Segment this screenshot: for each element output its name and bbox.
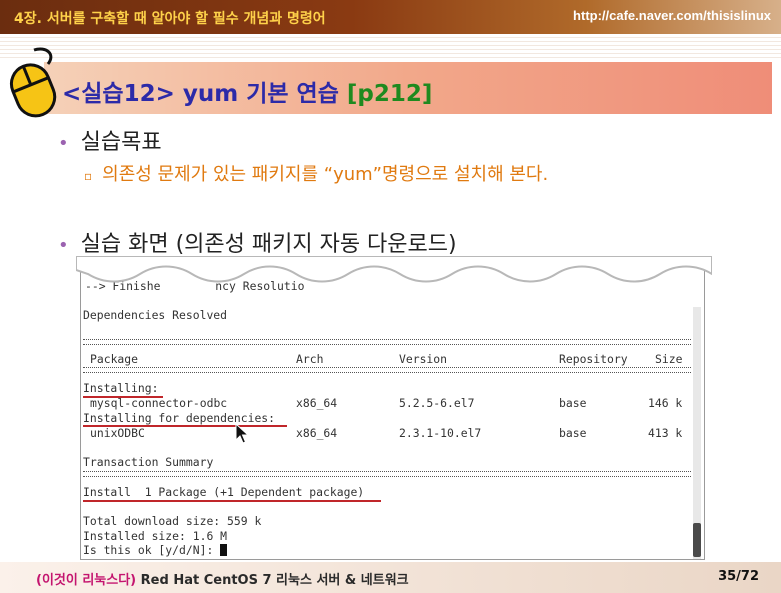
install-summary-line: Install 1 Package (+1 Dependent package) xyxy=(83,485,365,499)
install-size: 146 k xyxy=(648,396,683,410)
install-version: 5.2.5-6.el7 xyxy=(399,396,475,410)
confirm-prompt-text: Is this ok [y/d/N]: xyxy=(83,543,221,557)
bullet-dot-icon: • xyxy=(58,235,69,256)
col-version: Version xyxy=(399,352,448,366)
book-title-main: Red Hat CentOS 7 리눅스 서버 & 네트워크 xyxy=(140,573,409,588)
terminal-scrollbar-thumb[interactable] xyxy=(693,523,701,557)
title-main: <실습12> yum 기본 연습 xyxy=(62,81,339,107)
separator-line xyxy=(83,471,691,477)
separator-line xyxy=(83,339,691,345)
book-title: (이것이 리눅스다) Red Hat CentOS 7 리눅스 서버 & 네트워… xyxy=(36,569,409,588)
separator-line xyxy=(83,367,691,373)
install-repo: base xyxy=(559,396,587,410)
dep-arch: x86_64 xyxy=(296,426,338,440)
header-bar: 4장. 서버를 구축할 때 알아야 할 필수 개념과 명령어 http://ca… xyxy=(0,0,781,34)
dep-repo: base xyxy=(559,426,587,440)
bullet-dot-icon: • xyxy=(58,133,69,154)
install-package: mysql-connector-odbc xyxy=(90,396,228,410)
transaction-summary: Transaction Summary xyxy=(83,455,214,469)
square-bullet-icon: ▫ xyxy=(84,169,93,183)
slide-title: <실습12> yum 기본 연습 [p212] xyxy=(62,74,432,108)
book-title-paren: (이것이 리눅스다) xyxy=(36,573,137,588)
dependencies-resolved: Dependencies Resolved xyxy=(83,308,228,322)
dep-version: 2.3.1-10.el7 xyxy=(399,426,482,440)
bullet-screen: • 실습 화면 (의존성 패키지 자동 다운로드) xyxy=(58,226,457,258)
confirm-prompt: Is this ok [y/d/N]: xyxy=(83,543,228,557)
text-cursor xyxy=(220,544,228,556)
mouse-pointer-icon xyxy=(235,423,249,444)
chapter-title: 4장. 서버를 구축할 때 알아야 할 필수 개념과 명령어 xyxy=(14,11,326,27)
underline-install-summary xyxy=(83,500,381,502)
col-package: Package xyxy=(90,352,139,366)
dep-size: 413 k xyxy=(648,426,683,440)
torn-edge-decoration xyxy=(76,256,712,283)
title-page-ref: [p212] xyxy=(346,81,433,107)
terminal-screenshot: --> Finishe ncy Resolutio Dependencies R… xyxy=(80,266,705,560)
col-repository: Repository xyxy=(559,352,628,366)
bullet-goal-sub: ▫ 의존성 문제가 있는 패키지를 “yum”명령으로 설치해 본다. xyxy=(84,160,548,186)
bullet-goal-sub-text: 의존성 문제가 있는 패키지를 “yum”명령으로 설치해 본다. xyxy=(102,164,549,185)
footer-bar: (이것이 리눅스다) Red Hat CentOS 7 리눅스 서버 & 네트워… xyxy=(0,562,781,593)
installing-label: Installing: xyxy=(83,381,159,395)
dep-package: unixODBC xyxy=(90,426,145,440)
mouse-icon xyxy=(9,47,57,118)
terminal-scrollbar[interactable] xyxy=(693,307,701,559)
total-download-size: Total download size: 559 k xyxy=(83,514,262,528)
cafe-url[interactable]: http://cafe.naver.com/thisislinux xyxy=(573,8,771,23)
installed-size: Installed size: 1.6 M xyxy=(83,529,228,543)
bullet-goal: • 실습목표 xyxy=(58,124,162,156)
bullet-screen-label: 실습 화면 (의존성 패키지 자동 다운로드) xyxy=(80,232,457,257)
install-arch: x86_64 xyxy=(296,396,338,410)
header-stripes xyxy=(0,34,781,60)
col-arch: Arch xyxy=(296,352,324,366)
page-number: 35/72 xyxy=(718,569,759,584)
bullet-goal-label: 실습목표 xyxy=(80,130,162,155)
col-size: Size xyxy=(655,352,683,366)
